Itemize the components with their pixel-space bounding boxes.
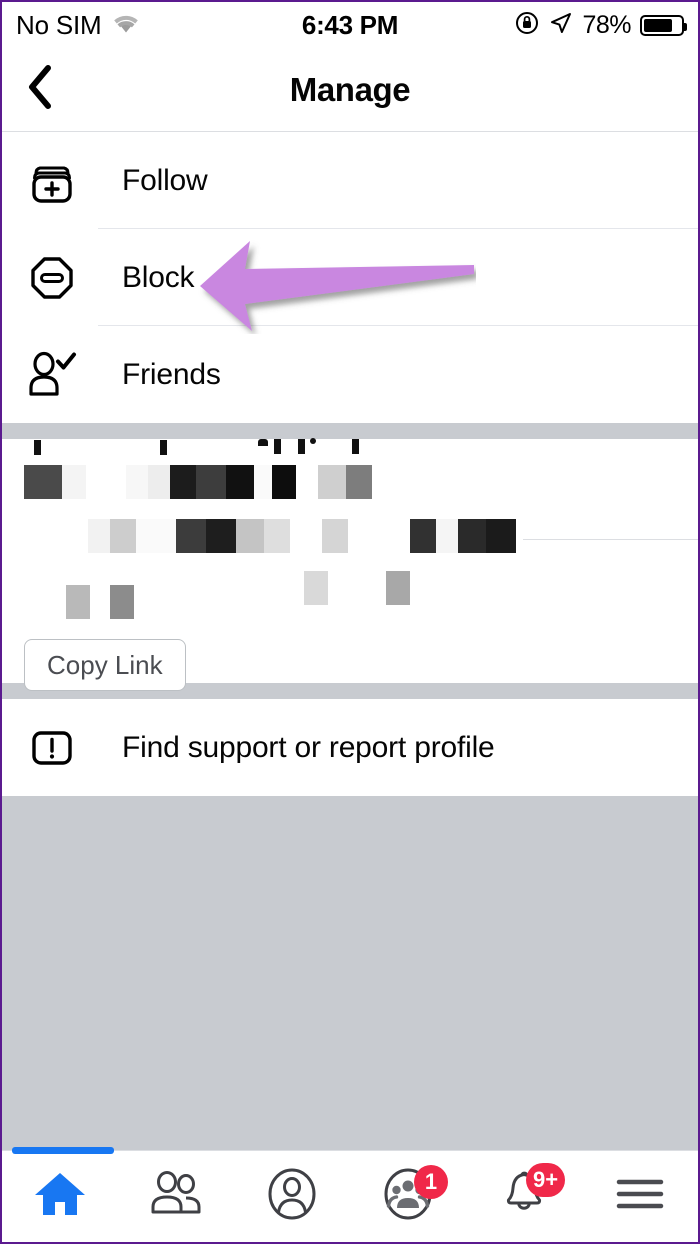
row-friends[interactable]: Friends bbox=[2, 326, 698, 423]
redacted-text-line bbox=[24, 519, 676, 561]
friends-people-icon bbox=[145, 1169, 207, 1224]
row-block[interactable]: Block bbox=[2, 229, 698, 326]
nav-badge-notifications: 9+ bbox=[526, 1162, 566, 1197]
hamburger-menu-icon bbox=[612, 1174, 668, 1219]
row-find-support-or-report[interactable]: Find support or report profile bbox=[2, 699, 698, 796]
home-icon bbox=[32, 1168, 88, 1225]
profile-circle-icon bbox=[264, 1166, 320, 1227]
report-section: Find support or report profile bbox=[2, 699, 698, 796]
rotation-lock-icon bbox=[514, 10, 540, 41]
nav-item-menu[interactable] bbox=[582, 1151, 698, 1243]
carrier-label: No SIM bbox=[16, 9, 102, 40]
person-check-icon bbox=[24, 349, 80, 401]
row-label-follow: Follow bbox=[122, 163, 208, 197]
nav-item-notifications[interactable]: 9+ bbox=[466, 1151, 582, 1243]
status-bar-right: 78% bbox=[514, 10, 687, 41]
redacted-text-line bbox=[24, 438, 676, 507]
row-label-find-support: Find support or report profile bbox=[122, 730, 495, 764]
battery-percent-label: 78% bbox=[582, 10, 631, 39]
nav-item-home[interactable] bbox=[2, 1151, 118, 1243]
phone-screen: No SIM 6:43 PM 78% Manage Follow Block F… bbox=[2, 2, 698, 1242]
manage-options-section: Follow Block Friends bbox=[2, 132, 698, 423]
exclamation-box-icon bbox=[24, 722, 80, 774]
profile-link-section: Copy Link bbox=[2, 438, 698, 691]
row-label-friends: Friends bbox=[122, 357, 221, 391]
status-bar: No SIM 6:43 PM 78% bbox=[2, 2, 698, 48]
redacted-text-line bbox=[24, 571, 676, 619]
follow-card-plus-icon bbox=[24, 155, 80, 207]
section-separator bbox=[2, 423, 698, 439]
nav-item-profile[interactable] bbox=[234, 1151, 350, 1243]
battery-icon bbox=[640, 14, 687, 36]
copy-link-button[interactable]: Copy Link bbox=[24, 639, 186, 691]
faint-divider bbox=[523, 539, 698, 540]
nav-badge-groups: 1 bbox=[414, 1164, 448, 1199]
block-octagon-icon bbox=[24, 252, 80, 304]
row-label-block: Block bbox=[122, 260, 195, 294]
status-bar-left: No SIM bbox=[16, 10, 141, 41]
page-title: Manage bbox=[289, 70, 411, 108]
nav-item-groups[interactable]: 1 bbox=[350, 1151, 466, 1243]
page-header: Manage bbox=[2, 48, 698, 132]
location-arrow-icon bbox=[549, 11, 573, 40]
nav-item-friends[interactable] bbox=[118, 1151, 234, 1243]
row-follow[interactable]: Follow bbox=[2, 132, 698, 229]
bottom-navigation-bar: 1 9+ bbox=[2, 1147, 698, 1243]
empty-gray-area bbox=[2, 796, 698, 1150]
wifi-icon bbox=[111, 12, 141, 39]
